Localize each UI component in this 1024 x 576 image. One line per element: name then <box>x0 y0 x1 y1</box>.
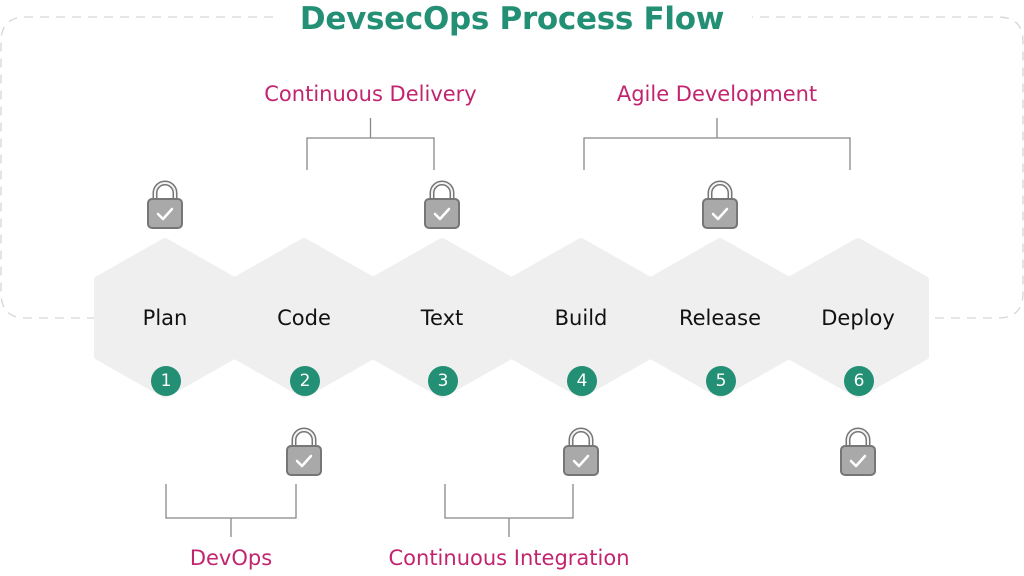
stage-label: Text <box>420 306 464 330</box>
group-label-devops: DevOps <box>189 546 273 570</box>
stage-label: Plan <box>142 306 188 330</box>
stage-label: Build <box>554 306 608 330</box>
step-number: 1 <box>160 371 172 391</box>
lock-check-icon <box>702 180 738 229</box>
step-number: 3 <box>437 371 449 391</box>
stage-label: Code <box>277 306 331 330</box>
page-title: DevsecOps Process Flow <box>299 1 725 37</box>
stage-label: Release <box>678 306 762 330</box>
step-number: 2 <box>299 371 311 391</box>
lock-check-icon <box>563 427 599 476</box>
stage-label: Deploy <box>821 306 895 330</box>
group-label-continuous-integration: Continuous Integration <box>388 546 630 570</box>
group-bracket <box>583 118 851 170</box>
lock-check-icon <box>147 180 183 229</box>
group-label-continuous-delivery: Continuous Delivery <box>264 82 477 106</box>
step-number: 4 <box>576 371 588 391</box>
lock-check-icon <box>424 180 460 229</box>
group-bracket <box>444 484 574 537</box>
group-bracket <box>165 484 297 537</box>
group-label-agile-development: Agile Development <box>616 82 818 106</box>
lock-check-icon <box>286 427 322 476</box>
diagram-canvas <box>0 16 1024 537</box>
group-bracket <box>306 118 435 170</box>
lock-check-icon <box>840 427 876 476</box>
step-number: 5 <box>715 371 727 391</box>
step-number: 6 <box>853 371 865 391</box>
